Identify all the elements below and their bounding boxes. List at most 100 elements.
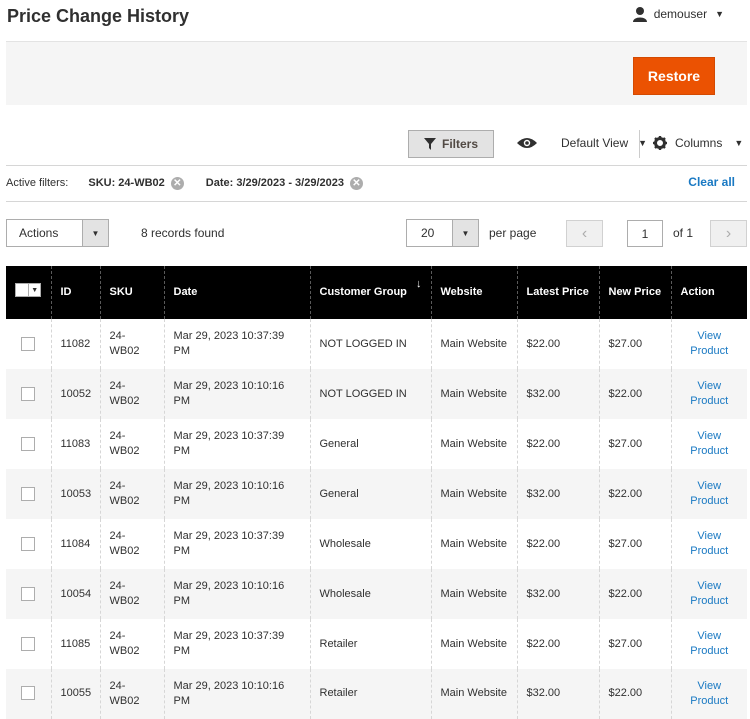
view-product-link[interactable]: View Product [681, 679, 739, 709]
cell-latest-price: $32.00 [516, 569, 599, 619]
page-total: of 1 [673, 226, 694, 240]
user-menu[interactable]: demouser ▼ [632, 6, 724, 22]
remove-filter-icon[interactable]: ✕ [170, 176, 184, 190]
filter-chip-label: Date: 3/29/2023 - 3/29/2023 [205, 177, 344, 189]
cell-latest-price: $32.00 [516, 369, 599, 419]
view-product-link[interactable]: View Product [681, 579, 739, 609]
cell-id: 11084 [50, 519, 100, 569]
row-checkbox[interactable] [21, 486, 36, 501]
cell-customer-group: General [309, 419, 431, 469]
mass-actions-dropdown[interactable]: Actions ▼ [6, 219, 109, 247]
table-row: 10052 24-WB02 Mar 29, 2023 10:10:16 PM NOT … [6, 369, 747, 419]
price-history-table: ▼ ID SKU Date ↓ Customer Group Website La… [6, 266, 747, 719]
cell-sku: 24-WB02 [99, 419, 164, 469]
active-filters: Active filters: SKU: 24-WB02 ✕ Date: 3/2… [6, 175, 747, 191]
column-header-new-price[interactable]: New Price [598, 266, 671, 319]
view-product-link[interactable]: View Product [681, 429, 739, 459]
column-header-website[interactable]: Website [430, 266, 517, 319]
cell-website: Main Website [430, 419, 517, 469]
view-selector[interactable]: Default View ▼ [517, 136, 647, 150]
row-select-cell [6, 519, 51, 569]
caret-down-icon: ▼ [82, 220, 108, 246]
cell-website: Main Website [430, 519, 517, 569]
per-page-dropdown[interactable]: 20 ▼ [406, 219, 479, 247]
filters-button[interactable]: Filters [408, 130, 494, 158]
view-product-link[interactable]: View Product [681, 329, 739, 359]
filter-chip-label: SKU: 24-WB02 [88, 177, 165, 189]
toolbar-divider [639, 130, 640, 158]
records-count: 8 records found [141, 226, 225, 240]
username: demouser [653, 7, 708, 21]
row-select-cell [6, 569, 51, 619]
cell-sku: 24-WB02 [99, 369, 164, 419]
column-header-customer-group[interactable]: ↓ Customer Group [309, 266, 431, 319]
cell-new-price: $27.00 [598, 419, 671, 469]
next-page-button[interactable]: › [710, 220, 747, 247]
cell-website: Main Website [430, 369, 517, 419]
cell-id: 11083 [50, 419, 100, 469]
table-row: 11082 24-WB02 Mar 29, 2023 10:37:39 PM NOT … [6, 319, 747, 369]
view-product-link[interactable]: View Product [681, 379, 739, 409]
user-icon [632, 7, 647, 22]
cell-id: 10052 [50, 369, 100, 419]
table-row: 11085 24-WB02 Mar 29, 2023 10:37:39 PM Reta… [6, 619, 747, 669]
table-row: 10055 24-WB02 Mar 29, 2023 10:10:16 PM Reta… [6, 669, 747, 719]
mass-select-checkbox[interactable]: ▼ [15, 283, 42, 297]
cell-sku: 24-WB02 [99, 319, 164, 369]
page-actions-bar: Restore [6, 41, 747, 105]
row-select-cell [6, 419, 51, 469]
remove-filter-icon[interactable]: ✕ [349, 176, 363, 190]
row-checkbox[interactable] [21, 536, 36, 551]
row-select-cell [6, 369, 51, 419]
eye-icon [517, 138, 537, 148]
view-product-link[interactable]: View Product [681, 529, 739, 559]
cell-sku: 24-WB02 [99, 569, 164, 619]
row-checkbox[interactable] [21, 436, 36, 451]
row-checkbox[interactable] [21, 336, 36, 351]
previous-page-button[interactable]: ‹ [566, 220, 603, 247]
view-product-link[interactable]: View Product [681, 629, 739, 659]
cell-date: Mar 29, 2023 10:37:39 PM [163, 519, 310, 569]
row-checkbox[interactable] [21, 686, 36, 701]
cell-date: Mar 29, 2023 10:10:16 PM [163, 669, 310, 719]
table-header-row: ▼ ID SKU Date ↓ Customer Group Website La… [6, 266, 747, 319]
column-header-date[interactable]: Date [163, 266, 310, 319]
caret-down-icon: ▼ [715, 9, 724, 19]
column-header-latest-price[interactable]: Latest Price [516, 266, 599, 319]
filter-chip-sku: SKU: 24-WB02 ✕ [88, 176, 184, 190]
divider [6, 201, 747, 202]
clear-all-link[interactable]: Clear all [688, 175, 735, 189]
row-checkbox[interactable] [21, 586, 36, 601]
cell-new-price: $27.00 [598, 519, 671, 569]
cell-customer-group: Wholesale [309, 569, 431, 619]
column-header-sku[interactable]: SKU [99, 266, 164, 319]
cell-id: 10054 [50, 569, 100, 619]
columns-selector[interactable]: Columns ▼ [653, 136, 743, 150]
cell-customer-group: Wholesale [309, 519, 431, 569]
mass-select-header[interactable]: ▼ [6, 266, 51, 319]
cell-website: Main Website [430, 319, 517, 369]
column-header-label: Customer Group [319, 286, 407, 298]
table-row: 11084 24-WB02 Mar 29, 2023 10:37:39 PM Whol… [6, 519, 747, 569]
cell-sku: 24-WB02 [99, 519, 164, 569]
restore-button[interactable]: Restore [633, 57, 715, 95]
cell-action: View Product [670, 369, 747, 419]
row-checkbox[interactable] [21, 636, 36, 651]
cell-action: View Product [670, 519, 747, 569]
page-number-input[interactable]: 1 [627, 220, 663, 247]
cell-date: Mar 29, 2023 10:10:16 PM [163, 369, 310, 419]
cell-new-price: $22.00 [598, 569, 671, 619]
row-checkbox[interactable] [21, 386, 36, 401]
view-product-link[interactable]: View Product [681, 479, 739, 509]
cell-date: Mar 29, 2023 10:10:16 PM [163, 469, 310, 519]
cell-customer-group: Retailer [309, 619, 431, 669]
column-header-id[interactable]: ID [50, 266, 100, 319]
cell-action: View Product [670, 569, 747, 619]
chevron-left-icon: ‹ [581, 224, 588, 242]
cell-new-price: $27.00 [598, 619, 671, 669]
cell-id: 10055 [50, 669, 100, 719]
cell-latest-price: $32.00 [516, 469, 599, 519]
cell-customer-group: Retailer [309, 669, 431, 719]
cell-latest-price: $22.00 [516, 419, 599, 469]
row-select-cell [6, 319, 51, 369]
